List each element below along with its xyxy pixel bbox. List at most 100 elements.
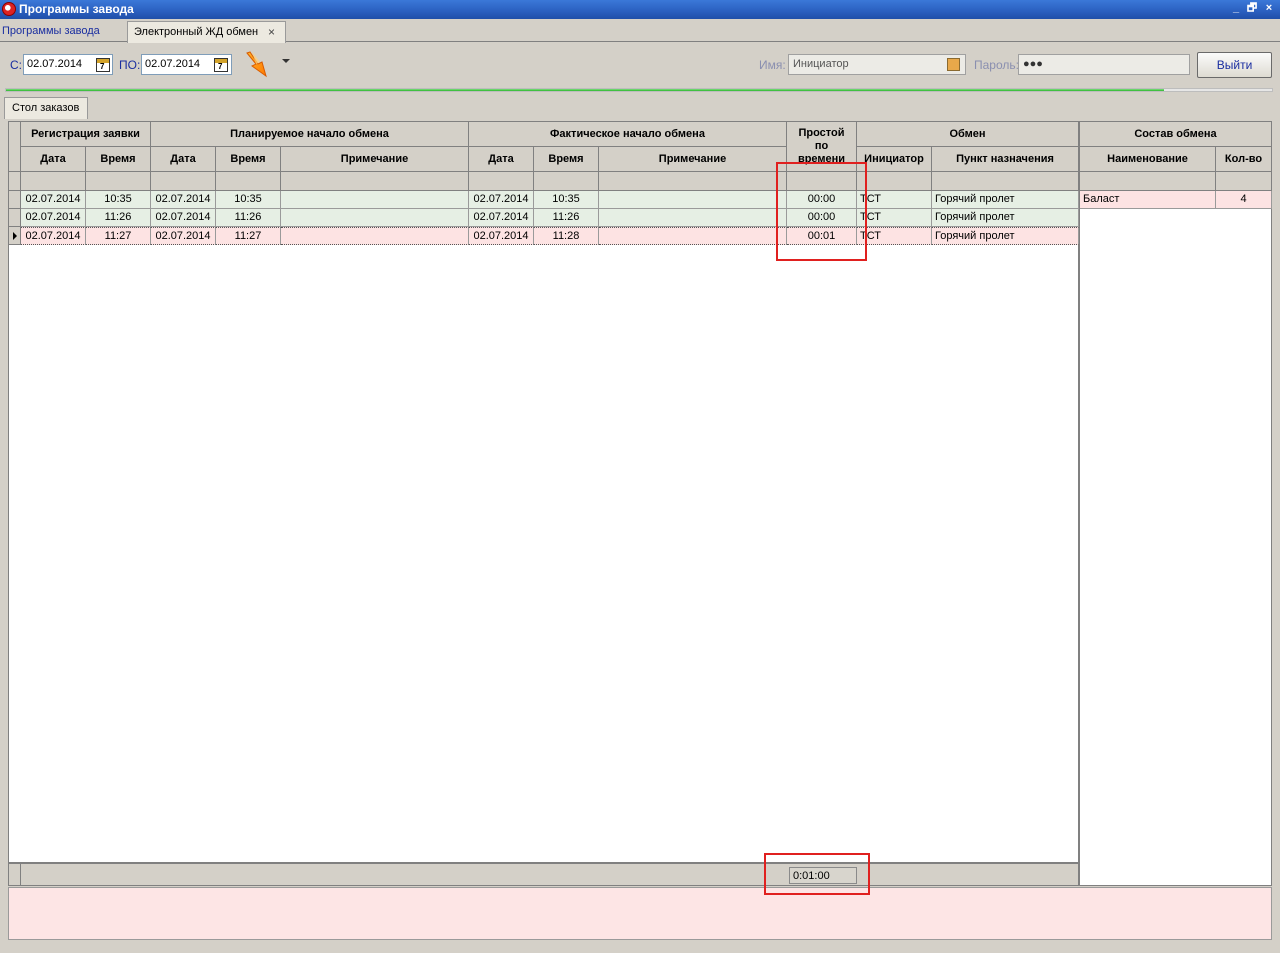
table-cell-reg-date[interactable]: 02.07.2014 [21,191,86,209]
col-quantity[interactable]: Кол-во [1216,147,1272,172]
table-cell-destination[interactable]: Горячий пролет [932,191,1079,209]
table-cell-destination[interactable]: Горячий пролет [932,209,1079,227]
col-act-date[interactable]: Дата [469,147,534,172]
header-registration: Регистрация заявки [21,122,151,147]
header-actual-start: Фактическое начало обмена [469,122,787,147]
col-act-note[interactable]: Примечание [599,147,787,172]
table-cell-plan-time[interactable]: 11:27 [216,227,281,245]
table-cell-initiator[interactable]: ТСТ [857,209,932,227]
restore-icon[interactable]: 🗗 [1244,1,1260,17]
col-plan-time[interactable]: Время [216,147,281,172]
dropdown-chevron-icon[interactable] [281,56,291,66]
header-planned-start: Планируемое начало обмена [151,122,469,147]
grid-footer: 0:01:00 [8,863,1079,886]
password-field[interactable]: ●●● [1018,54,1190,75]
table-cell-reg-time[interactable]: 11:27 [86,227,151,245]
col-plan-date[interactable]: Дата [151,147,216,172]
filter-cell[interactable] [86,172,151,191]
table-cell-reg-time[interactable]: 11:26 [86,209,151,227]
window-title: Программы завода [19,2,134,16]
row-indicator-header [9,122,21,172]
date-from-label: С: [10,58,22,72]
document-tabs: Программы завода Электронный ЖД обмен × [0,19,1280,43]
composition-item-name[interactable]: Баласт [1080,191,1216,209]
initiator-field[interactable]: Инициатор [788,54,966,75]
col-item-name[interactable]: Наименование [1080,147,1216,172]
table-cell-act-note[interactable] [599,227,787,245]
table-cell-act-date[interactable]: 02.07.2014 [469,191,534,209]
col-act-time[interactable]: Время [534,147,599,172]
header-exchange: Обмен [857,122,1079,147]
orders-grid: Регистрация заявки Планируемое начало об… [8,121,1079,863]
table-cell-plan-time[interactable]: 11:26 [216,209,281,227]
lookup-button-icon[interactable] [947,58,960,71]
progress-fill [6,89,1165,91]
annotation-highlight-total [764,853,870,895]
table-cell-plan-note[interactable] [281,227,469,245]
date-from-field[interactable]: 02.07.2014 7 [23,54,113,75]
filter-cell[interactable] [599,172,787,191]
tab-close-icon[interactable]: × [268,25,275,39]
composition-item-qty[interactable]: 4 [1216,191,1272,209]
table-cell-plan-time[interactable]: 10:35 [216,191,281,209]
filter-cell[interactable] [857,172,932,191]
filter-indicator [9,172,21,191]
col-plan-note[interactable]: Примечание [281,147,469,172]
tab-order-desk-label: Стол заказов [12,102,80,114]
details-panel [8,887,1272,940]
close-icon[interactable]: × [1261,1,1277,17]
password-label: Пароль: [974,58,1019,72]
annotation-highlight-idle-column [776,162,867,261]
tab-electronic-rail-exchange[interactable]: Электронный ЖД обмен × [127,21,286,43]
date-to-field[interactable]: 02.07.2014 7 [141,54,232,75]
table-cell-act-date[interactable]: 02.07.2014 [469,227,534,245]
exit-button[interactable]: Выйти [1197,52,1272,78]
window-titlebar: Программы завода _ 🗗 × [0,0,1280,19]
table-cell-reg-time[interactable]: 10:35 [86,191,151,209]
filter-cell[interactable] [1216,172,1272,191]
table-cell-plan-note[interactable] [281,191,469,209]
filter-cell[interactable] [151,172,216,191]
table-cell-plan-date[interactable]: 02.07.2014 [151,209,216,227]
tab-order-desk[interactable]: Стол заказов [4,97,88,119]
filter-cell[interactable] [469,172,534,191]
col-initiator[interactable]: Инициатор [857,147,932,172]
table-cell-reg-date[interactable]: 02.07.2014 [21,227,86,245]
col-reg-date[interactable]: Дата [21,147,86,172]
refresh-arrow-icon[interactable] [244,50,278,80]
col-destination[interactable]: Пункт назначения [932,147,1079,172]
row-indicator[interactable] [9,209,21,227]
table-cell-plan-date[interactable]: 02.07.2014 [151,227,216,245]
minimize-icon[interactable]: _ [1228,1,1244,17]
initiator-value: Инициатор [793,58,849,70]
filter-cell[interactable] [21,172,86,191]
table-cell-act-date[interactable]: 02.07.2014 [469,209,534,227]
filter-cell[interactable] [281,172,469,191]
calendar-icon[interactable]: 7 [214,58,228,72]
table-cell-initiator[interactable]: ТСТ [857,191,932,209]
calendar-icon[interactable]: 7 [96,58,110,72]
col-reg-time[interactable]: Время [86,147,151,172]
table-cell-act-note[interactable] [599,209,787,227]
name-label: Имя: [759,58,786,72]
filter-cell[interactable] [534,172,599,191]
table-cell-reg-date[interactable]: 02.07.2014 [21,209,86,227]
table-cell-act-time[interactable]: 10:35 [534,191,599,209]
table-cell-act-time[interactable]: 11:28 [534,227,599,245]
table-cell-plan-note[interactable] [281,209,469,227]
filter-cell[interactable] [932,172,1079,191]
date-from-value: 02.07.2014 [27,58,83,70]
table-cell-destination[interactable]: Горячий пролет [932,227,1079,245]
tab-programs[interactable]: Программы завода [2,25,100,37]
filter-cell[interactable] [216,172,281,191]
table-cell-act-time[interactable]: 11:26 [534,209,599,227]
row-selector-arrow-icon[interactable] [9,227,21,245]
table-cell-act-note[interactable] [599,191,787,209]
footer-indicator [9,864,21,885]
table-cell-initiator[interactable]: ТСТ [857,227,932,245]
header-composition: Состав обмена [1080,122,1272,147]
row-indicator[interactable] [9,191,21,209]
filter-cell[interactable] [1080,172,1216,191]
tab-label: Электронный ЖД обмен [134,26,259,38]
table-cell-plan-date[interactable]: 02.07.2014 [151,191,216,209]
